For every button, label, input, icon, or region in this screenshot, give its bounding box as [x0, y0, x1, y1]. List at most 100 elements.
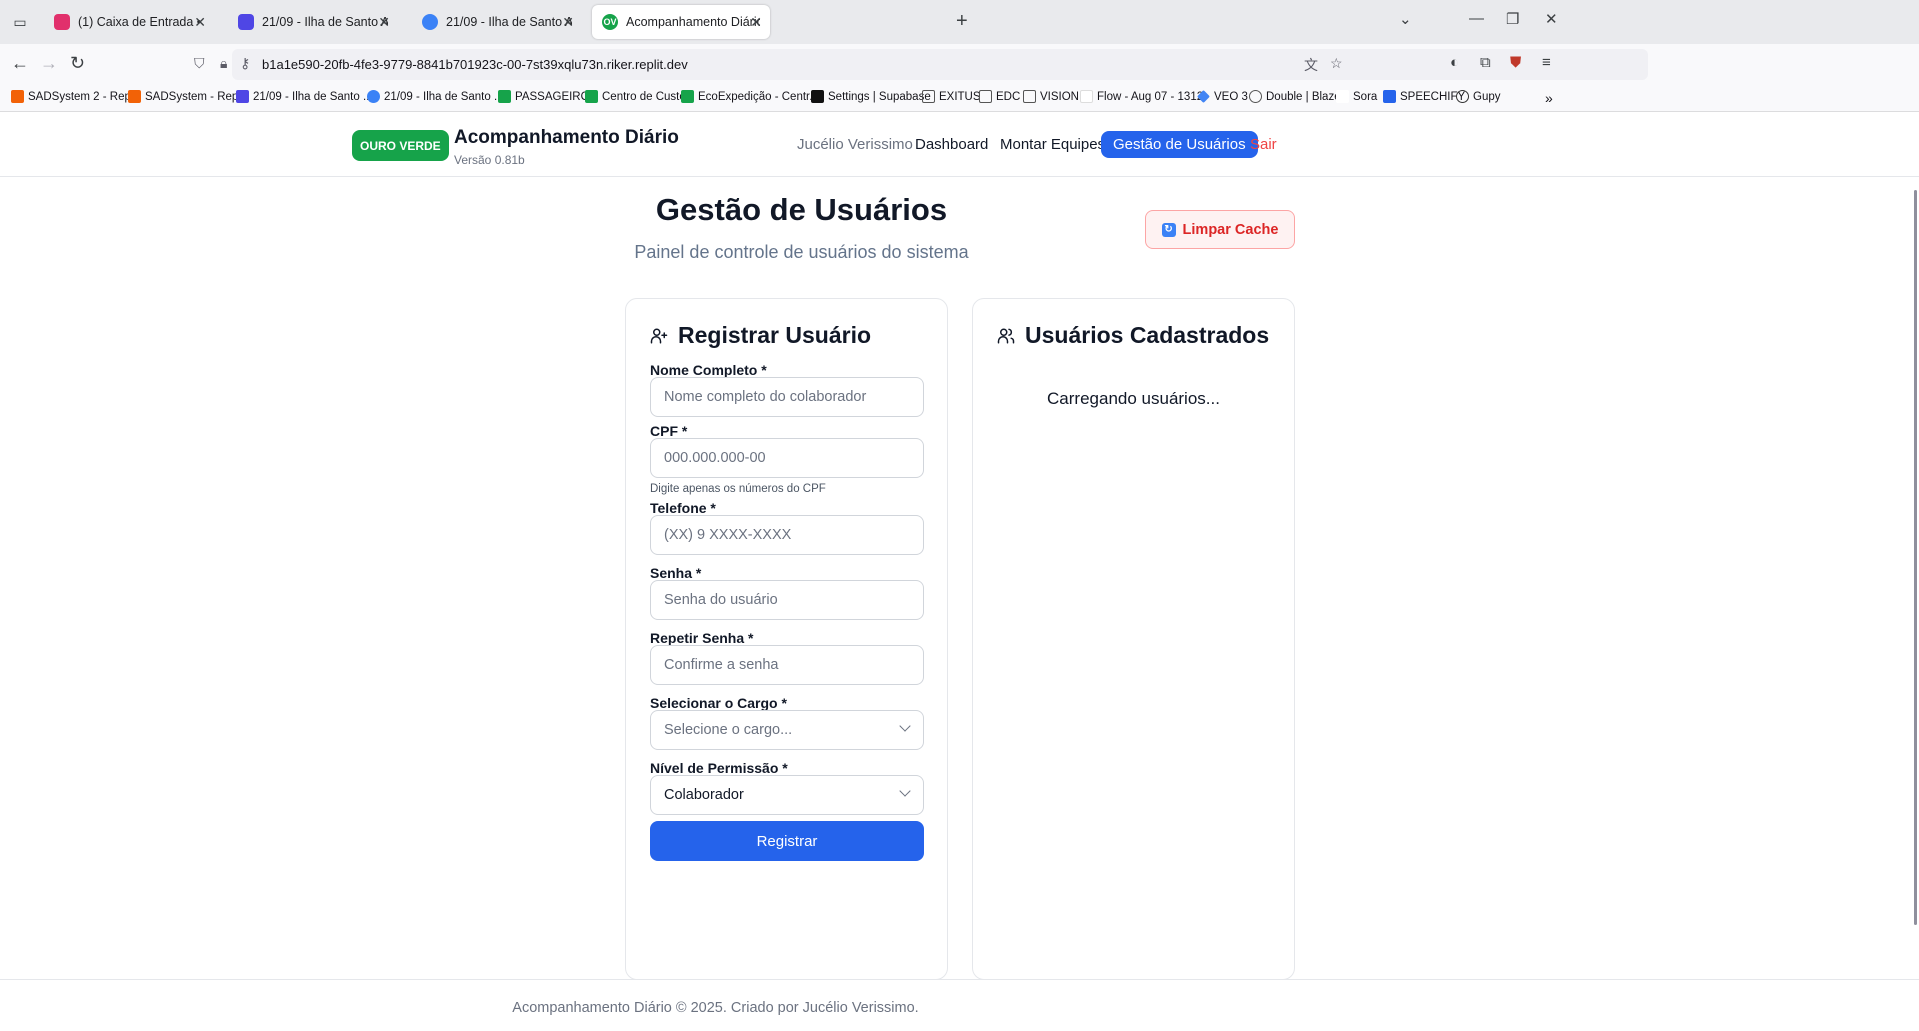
bookmark-folder[interactable]: EXITUS [922, 90, 981, 103]
full-name-input[interactable] [650, 377, 924, 417]
tab-title: 21/09 - Ilha de Santo Aleixo - Sora [262, 15, 388, 29]
more-bookmarks-icon[interactable]: » [1545, 90, 1553, 106]
menu-icon[interactable]: ≡ [1542, 54, 1551, 71]
cargo-select[interactable]: Selecione o cargo... [650, 710, 924, 750]
bookmark-label: Gupy [1473, 90, 1501, 103]
full-name-label: Nome Completo * [650, 362, 767, 378]
footer-text: Acompanhamento Diário © 2025. Criado por… [512, 1000, 919, 1016]
back-icon[interactable]: ← [11, 53, 29, 74]
forward-icon[interactable]: → [40, 53, 58, 74]
account-icon[interactable]: ◐ [1450, 54, 1459, 71]
phone-label: Telefone * [650, 500, 716, 516]
register-button[interactable]: Registrar [650, 821, 924, 861]
browser-tab-active[interactable]: OV Acompanhamento Diário - Ouro Verde ✕ [592, 5, 770, 39]
password-label: Senha * [650, 565, 702, 581]
bookmark[interactable]: Centro de Custo [585, 90, 686, 103]
app-header: OURO VERDE Acompanhamento Diário Versão … [0, 113, 1919, 177]
address-bar[interactable]: ⛉ 🔒︎ ⚷ b1a1e590-20fb-4fe3-9779-8841b7019… [194, 49, 1648, 80]
bookmark[interactable]: 21/09 - Ilha de Santo ... [236, 90, 373, 103]
close-tab-icon[interactable]: ✕ [378, 14, 390, 31]
bookmark[interactable]: VEO 3 [1197, 90, 1248, 103]
bookmark-label: 21/09 - Ilha de Santo ... [384, 90, 504, 103]
nav-gestao-usuarios[interactable]: Gestão de Usuários [1101, 131, 1258, 158]
bookmark-label: VISION [1040, 90, 1079, 103]
permission-select[interactable]: Colaborador [650, 775, 924, 815]
site-icon [422, 14, 438, 30]
loading-message: Carregando usuários... [1047, 389, 1220, 408]
users-title-text: Usuários Cadastrados [1025, 322, 1270, 348]
bookmark[interactable]: SADSystem 2 - Replit [11, 90, 139, 103]
app-title: Acompanhamento Diário [454, 127, 679, 148]
bookmark-label: Flow - Aug 07 - 1312 [1097, 90, 1204, 103]
browser-tab-bar: ▭ (1) Caixa de Entrada • Conversas ✕ 21/… [0, 0, 1919, 44]
bookmark[interactable]: Settings | Supabase [811, 90, 931, 103]
cpf-input[interactable] [650, 438, 924, 478]
bookmark-label: Settings | Supabase [828, 90, 931, 103]
bookmark[interactable]: SPEECHIFY [1383, 90, 1465, 103]
bookmark[interactable]: PASSAGEIROS [498, 90, 597, 103]
browser-toolbar: ← → ↻ ⛉ 🔒︎ ⚷ b1a1e590-20fb-4fe3-9779-884… [0, 44, 1919, 86]
ouro-verde-icon: OV [602, 14, 618, 30]
bookmark-label: Double | Blaze [1266, 90, 1341, 103]
app-version: Versão 0.81b [454, 153, 525, 167]
shield-icon[interactable]: ⛉ [194, 55, 205, 72]
user-name: Jucélio Verissimo [797, 136, 913, 153]
bookmark[interactable]: Sora [1336, 90, 1377, 103]
logo[interactable]: OURO VERDE [352, 130, 449, 161]
tab-title: 21/09 - Ilha de Santo Aleixo - Pexels [446, 15, 572, 29]
close-tab-icon[interactable]: ✕ [194, 14, 206, 31]
register-card-title: Registrar Usuário [650, 322, 871, 349]
instagram-icon [54, 14, 70, 30]
lock-icon[interactable]: 🔒︎ [220, 55, 227, 72]
close-window-icon[interactable]: ✕ [1545, 10, 1558, 28]
user-plus-icon [650, 328, 668, 343]
logout-link[interactable]: Sair [1250, 136, 1277, 153]
restore-icon[interactable]: ❐ [1506, 10, 1519, 28]
minimize-icon[interactable]: — [1469, 10, 1484, 27]
browser-tab[interactable]: (1) Caixa de Entrada • Conversas ✕ [44, 5, 214, 39]
scrollbar[interactable] [1914, 190, 1917, 925]
bookmark-label: Centro de Custo [602, 90, 686, 103]
permission-label: Nível de Permissão * [650, 760, 788, 776]
key-icon[interactable]: ⚷ [240, 55, 250, 72]
translate-icon[interactable]: 文 [1304, 55, 1318, 75]
browser-tab[interactable]: 21/09 - Ilha de Santo Aleixo - Sora ✕ [228, 5, 398, 39]
video-icon [238, 14, 254, 30]
tab-title: Acompanhamento Diário - Ouro Verde [626, 15, 760, 29]
clear-cache-label: Limpar Cache [1182, 221, 1279, 238]
bookmark[interactable]: EcoExpedição - Centr... [681, 90, 819, 103]
bookmark-folder[interactable]: EDC [979, 90, 1020, 103]
nav-dashboard[interactable]: Dashboard [915, 136, 988, 153]
chevron-down-icon [899, 785, 911, 797]
phone-input[interactable] [650, 515, 924, 555]
star-icon[interactable]: ☆ [1330, 55, 1343, 72]
confirm-password-label: Repetir Senha * [650, 630, 754, 646]
close-tab-icon[interactable]: ✕ [750, 14, 762, 31]
ublock-icon[interactable]: ⛊ [1510, 54, 1521, 71]
browser-tab[interactable]: 21/09 - Ilha de Santo Aleixo - Pexels ✕ [412, 5, 582, 39]
extensions-icon[interactable]: ⧉ [1480, 54, 1491, 71]
chevron-down-icon[interactable]: ⌄ [1399, 10, 1412, 28]
page-title: Gestão de Usuários [655, 192, 948, 227]
clear-cache-button[interactable]: ↻ Limpar Cache [1145, 210, 1295, 249]
bookmark-label: EXITUS [939, 90, 981, 103]
bookmark[interactable]: 21/09 - Ilha de Santo ... [367, 90, 504, 103]
confirm-password-input[interactable] [650, 645, 924, 685]
new-tab-icon[interactable]: + [956, 10, 968, 33]
close-tab-icon[interactable]: ✕ [562, 14, 574, 31]
bookmark[interactable]: Gupy [1456, 90, 1501, 103]
bookmark[interactable]: Double | Blaze [1249, 90, 1341, 103]
bookmark-folder[interactable]: VISION [1023, 90, 1079, 103]
tab-list-icon[interactable]: ▭ [8, 10, 32, 34]
reload-icon[interactable]: ↻ [70, 53, 85, 74]
bookmark[interactable]: Flow - Aug 07 - 1312 [1080, 90, 1203, 103]
bookmark-label: SADSystem 2 - Replit [28, 90, 140, 103]
register-title-text: Registrar Usuário [678, 322, 872, 348]
nav-montar-equipes[interactable]: Montar Equipes [1000, 136, 1105, 153]
url-text[interactable]: b1a1e590-20fb-4fe3-9779-8841b701923c-00-… [262, 57, 688, 72]
bookmark[interactable]: SADSystem - Replit [128, 90, 247, 103]
register-user-card: Registrar Usuário Nome Completo * CPF * … [625, 298, 948, 980]
tab-title: (1) Caixa de Entrada • Conversas [78, 15, 204, 29]
password-input[interactable] [650, 580, 924, 620]
bookmark-label: EcoExpedição - Centr... [698, 90, 819, 103]
